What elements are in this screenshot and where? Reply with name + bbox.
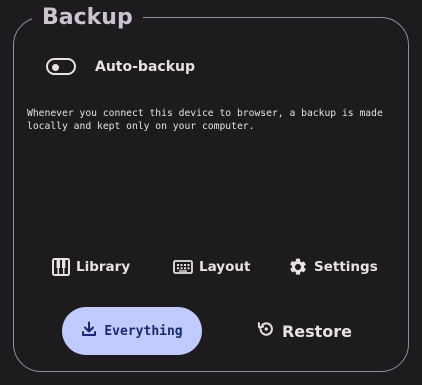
toggle-knob [52, 63, 59, 71]
everything-label: Everything [104, 323, 183, 339]
section-title: Backup [32, 0, 143, 36]
settings-label: Settings [314, 259, 378, 275]
backup-everything-button[interactable]: Everything [62, 307, 202, 355]
auto-backup-label[interactable]: Auto-backup [95, 59, 195, 75]
layout-label: Layout [199, 259, 251, 275]
layout-button[interactable]: Layout [173, 256, 250, 278]
piano-keys-icon [52, 258, 70, 276]
library-button[interactable]: Library [52, 256, 130, 278]
keyboard-icon [173, 259, 193, 275]
restore-icon [256, 319, 276, 343]
auto-backup-toggle[interactable] [46, 58, 76, 75]
settings-button[interactable]: Settings [288, 256, 378, 278]
auto-backup-row: Auto-backup [46, 58, 195, 75]
download-icon [81, 321, 97, 341]
restore-button[interactable]: Restore [246, 307, 362, 355]
library-label: Library [76, 259, 131, 275]
gear-icon [288, 257, 308, 277]
restore-label: Restore [281, 321, 353, 341]
backup-description: Whenever you connect this device to brow… [27, 108, 383, 132]
